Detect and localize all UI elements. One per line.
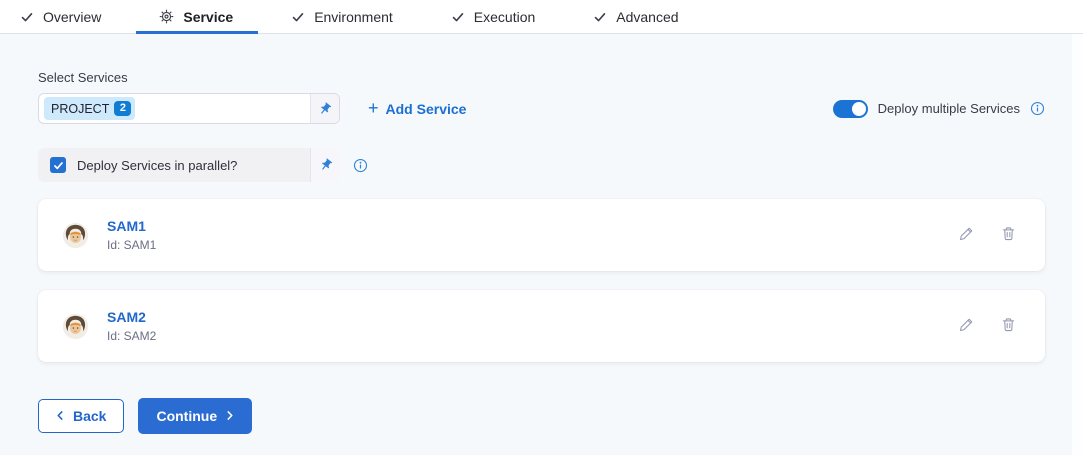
delete-service-button[interactable]: [1000, 316, 1017, 336]
back-button[interactable]: Back: [38, 399, 124, 433]
gear-icon: [159, 9, 174, 24]
tab-environment[interactable]: Environment: [291, 0, 393, 33]
edit-icon: [958, 225, 975, 245]
plus-icon: +: [368, 99, 379, 117]
delete-service-button[interactable]: [1000, 225, 1017, 245]
back-button-label: Back: [73, 408, 106, 424]
parallel-checkbox-label: Deploy Services in parallel?: [77, 158, 237, 173]
project-tag[interactable]: PROJECT 2: [44, 97, 135, 120]
info-icon[interactable]: [353, 158, 368, 173]
parallel-checkbox-click-area[interactable]: Deploy Services in parallel?: [38, 148, 310, 182]
tab-advanced[interactable]: Advanced: [593, 0, 678, 33]
project-tag-label: PROJECT: [51, 102, 109, 116]
wizard-tabbar: Overview Service Environment Execution A…: [0, 0, 1083, 34]
service-card-actions: [958, 316, 1017, 336]
info-icon[interactable]: [1030, 101, 1045, 116]
service-card: SAM2 Id: SAM2: [38, 290, 1045, 362]
tab-service[interactable]: Service: [159, 0, 233, 33]
service-card-text: SAM2 Id: SAM2: [107, 309, 156, 342]
deploy-multiple-toggle[interactable]: [833, 100, 868, 118]
check-icon: [593, 10, 607, 24]
pin-icon: [315, 99, 335, 119]
service-avatar: [62, 222, 89, 249]
service-id: Id: SAM2: [107, 329, 156, 343]
check-icon: [291, 10, 305, 24]
deploy-multiple-toggle-group: Deploy multiple Services: [833, 100, 1045, 118]
service-step-content: Select Services PROJECT 2 + Add Service: [0, 70, 1083, 434]
tab-label: Service: [183, 9, 233, 25]
chevron-left-icon: [56, 408, 64, 424]
tab-label: Overview: [43, 9, 101, 25]
tab-label: Execution: [474, 9, 535, 25]
edit-icon: [958, 316, 975, 336]
service-name-link[interactable]: SAM1: [107, 218, 156, 234]
trash-icon: [1000, 225, 1017, 245]
wizard-footer: Back Continue: [38, 398, 1045, 434]
pin-runtime-input-button[interactable]: [310, 148, 340, 182]
service-id: Id: SAM1: [107, 238, 156, 252]
select-services-input-area[interactable]: PROJECT 2: [39, 94, 310, 123]
parallel-checkbox-row: Deploy Services in parallel?: [38, 148, 1045, 182]
trash-icon: [1000, 316, 1017, 336]
service-card-actions: [958, 225, 1017, 245]
chevron-right-icon: [226, 408, 234, 424]
service-card: SAM1 Id: SAM1: [38, 199, 1045, 271]
edit-service-button[interactable]: [958, 225, 975, 245]
check-icon: [20, 10, 34, 24]
project-tag-count-badge: 2: [114, 101, 131, 116]
service-card-list: SAM1 Id: SAM1: [38, 199, 1045, 362]
parallel-checkbox[interactable]: [50, 157, 66, 173]
add-service-button[interactable]: + Add Service: [368, 101, 466, 117]
edit-service-button[interactable]: [958, 316, 975, 336]
service-avatar: [62, 313, 89, 340]
pin-icon: [316, 155, 336, 175]
tab-label: Advanced: [616, 9, 678, 25]
select-services-input[interactable]: PROJECT 2: [38, 93, 340, 124]
select-services-row: PROJECT 2 + Add Service Deploy multiple …: [38, 93, 1045, 124]
tab-execution[interactable]: Execution: [451, 0, 535, 33]
add-service-label: Add Service: [386, 101, 467, 117]
continue-button-label: Continue: [156, 408, 217, 424]
toggle-knob: [852, 102, 866, 116]
deploy-multiple-label: Deploy multiple Services: [878, 101, 1020, 116]
tab-label: Environment: [314, 9, 393, 25]
parallel-checkbox-field: Deploy Services in parallel?: [38, 148, 340, 182]
pin-runtime-input-button[interactable]: [310, 94, 339, 123]
continue-button[interactable]: Continue: [138, 398, 252, 434]
tab-overview[interactable]: Overview: [20, 0, 101, 33]
service-card-text: SAM1 Id: SAM1: [107, 218, 156, 251]
select-services-label: Select Services: [38, 70, 1045, 85]
check-icon: [451, 10, 465, 24]
service-name-link[interactable]: SAM2: [107, 309, 156, 325]
